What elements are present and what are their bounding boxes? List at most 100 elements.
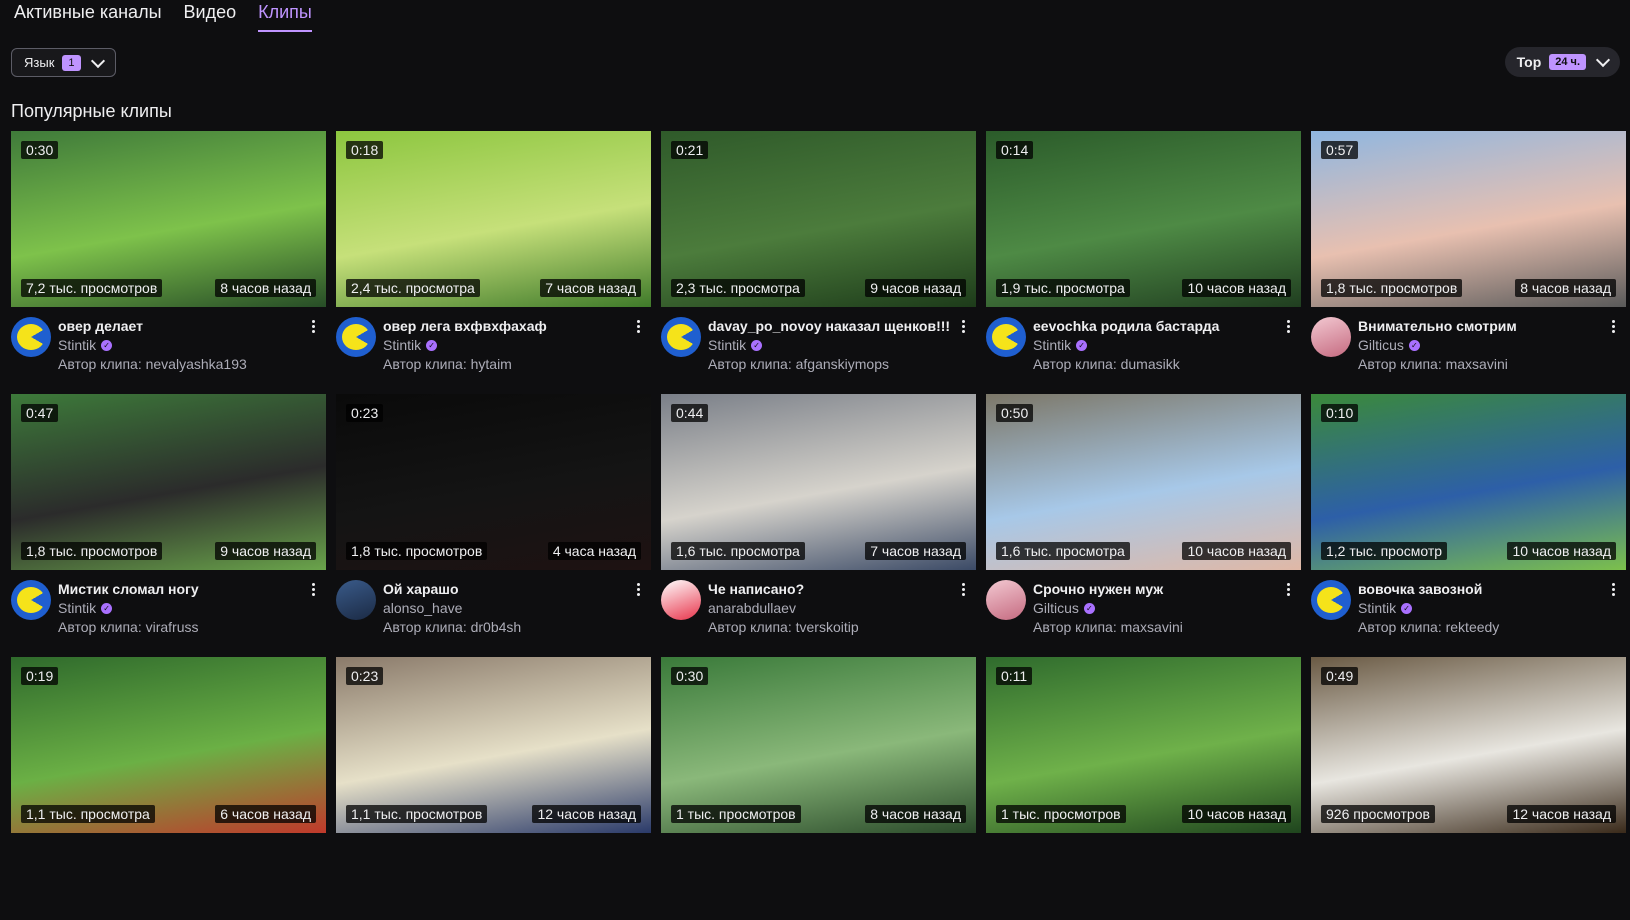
clip-thumbnail[interactable]: 0:19 1,1 тыс. просмотра 6 часов назад xyxy=(11,657,326,833)
channel-avatar[interactable] xyxy=(661,317,701,357)
clip-title[interactable]: davay_po_novoy наказал щенков!!! xyxy=(708,317,958,336)
tab-0[interactable]: Активные каналы xyxy=(14,0,162,32)
clip-view-count: 1,9 тыс. просмотра xyxy=(996,279,1130,297)
clip-thumbnail[interactable]: 0:44 1,6 тыс. просмотра 7 часов назад xyxy=(661,394,976,570)
clip-view-count: 1,8 тыс. просмотров xyxy=(1321,279,1463,297)
clip-card: 0:49 926 просмотров 12 часов назад xyxy=(1311,657,1626,920)
channel-name-link[interactable]: Stintik ✓ xyxy=(1033,336,1283,355)
clip-info: Срочно нужен муж Gilticus ✓ Автор клипа: ma… xyxy=(1033,580,1283,637)
clip-thumbnail[interactable]: 0:18 2,4 тыс. просмотра 7 часов назад xyxy=(336,131,651,307)
clip-view-count: 1,1 тыс. просмотров xyxy=(346,805,488,823)
clip-duration: 0:47 xyxy=(21,404,59,422)
section-title: Популярные клипы xyxy=(11,101,172,121)
clip-author[interactable]: Автор клипа: nevalyashka193 xyxy=(58,355,308,374)
clip-thumbnail[interactable]: 0:21 2,3 тыс. просмотра 9 часов назад xyxy=(661,131,976,307)
clip-view-count: 1,1 тыс. просмотра xyxy=(21,805,155,823)
clip-author-name: maxsavini xyxy=(1120,619,1183,635)
clip-info: вовочка завозной Stintik ✓ Автор клипа: rek… xyxy=(1358,580,1608,637)
clip-title[interactable]: Срочно нужен муж xyxy=(1033,580,1283,599)
channel-name-link[interactable]: Stintik ✓ xyxy=(708,336,958,355)
more-options-icon[interactable] xyxy=(306,317,320,335)
more-options-icon[interactable] xyxy=(956,580,970,598)
clip-title[interactable]: овер делает xyxy=(58,317,308,336)
channel-avatar[interactable] xyxy=(11,317,51,357)
channel-avatar[interactable] xyxy=(986,580,1026,620)
clip-age: 9 часов назад xyxy=(215,542,316,560)
channel-avatar[interactable] xyxy=(336,580,376,620)
clip-card: 0:11 1 тыс. просмотров 10 часов назад xyxy=(986,657,1301,920)
more-options-icon[interactable] xyxy=(1606,317,1620,335)
more-options-icon[interactable] xyxy=(956,317,970,335)
channel-name-link[interactable]: Gilticus ✓ xyxy=(1358,336,1608,355)
clip-thumbnail[interactable]: 0:47 1,8 тыс. просмотров 9 часов назад xyxy=(11,394,326,570)
more-options-icon[interactable] xyxy=(631,317,645,335)
clip-view-count: 1,6 тыс. просмотра xyxy=(996,542,1130,560)
clip-thumbnail[interactable]: 0:10 1,2 тыс. просмотр 10 часов назад xyxy=(1311,394,1626,570)
clip-thumbnail[interactable]: 0:49 926 просмотров 12 часов назад xyxy=(1311,657,1626,833)
clip-thumbnail[interactable]: 0:57 1,8 тыс. просмотров 8 часов назад xyxy=(1311,131,1626,307)
tab-1[interactable]: Видео xyxy=(184,0,237,32)
clip-author[interactable]: Автор клипа: afganskiymops xyxy=(708,355,958,374)
clip-view-count: 1,6 тыс. просмотра xyxy=(671,542,805,560)
channel-avatar[interactable] xyxy=(661,580,701,620)
clip-author[interactable]: Автор клипа: dr0b4sh xyxy=(383,618,633,637)
channel-avatar[interactable] xyxy=(986,317,1026,357)
channel-avatar[interactable] xyxy=(336,317,376,357)
language-filter-button[interactable]: Язык 1 xyxy=(11,48,116,77)
channel-name-link[interactable]: Stintik ✓ xyxy=(58,336,308,355)
clip-thumbnail[interactable]: 0:30 1 тыс. просмотров 8 часов назад xyxy=(661,657,976,833)
verified-icon: ✓ xyxy=(101,340,113,351)
clip-duration: 0:10 xyxy=(1321,404,1359,422)
clip-title[interactable]: вовочка завозной xyxy=(1358,580,1608,599)
channel-name: Gilticus xyxy=(1033,600,1079,616)
clip-duration: 0:18 xyxy=(346,141,384,159)
clip-title[interactable]: Внимательно смотрим xyxy=(1358,317,1608,336)
clip-thumbnail[interactable]: 0:23 1,8 тыс. просмотров 4 часа назад xyxy=(336,394,651,570)
clip-card: 0:50 1,6 тыс. просмотра 10 часов назад Сроч… xyxy=(986,394,1301,657)
channel-name-link[interactable]: anarabdullaev xyxy=(708,599,958,618)
channel-name: anarabdullaev xyxy=(708,600,796,616)
sort-dropdown-button[interactable]: Top 24 ч. xyxy=(1504,47,1620,77)
clip-info: Мистик сломал ногу Stintik ✓ Автор клипа: v… xyxy=(58,580,308,637)
channel-name-link[interactable]: Stintik ✓ xyxy=(58,599,308,618)
channel-name-link[interactable]: Gilticus ✓ xyxy=(1033,599,1283,618)
clip-age: 10 часов назад xyxy=(1182,805,1291,823)
channel-avatar[interactable] xyxy=(11,580,51,620)
clip-title[interactable]: овер лега вхфвхфахаф xyxy=(383,317,633,336)
clip-view-count: 1,8 тыс. просмотров xyxy=(346,542,488,560)
verified-icon: ✓ xyxy=(101,603,113,614)
clip-author[interactable]: Автор клипа: dumasikk xyxy=(1033,355,1283,374)
clip-author-prefix: Автор клипа: xyxy=(708,619,792,635)
clip-author[interactable]: Автор клипа: virafruss xyxy=(58,618,308,637)
clip-title[interactable]: eevochka родила бастарда xyxy=(1033,317,1283,336)
tab-2[interactable]: Клипы xyxy=(258,0,312,32)
more-options-icon[interactable] xyxy=(306,580,320,598)
clip-age: 9 часов назад xyxy=(865,279,966,297)
clip-author[interactable]: Автор клипа: tverskoitip xyxy=(708,618,958,637)
clip-author[interactable]: Автор клипа: maxsavini xyxy=(1358,355,1608,374)
clip-thumbnail[interactable]: 0:50 1,6 тыс. просмотра 10 часов назад xyxy=(986,394,1301,570)
more-options-icon[interactable] xyxy=(1606,580,1620,598)
clip-author[interactable]: Автор клипа: rekteedy xyxy=(1358,618,1608,637)
clip-view-count: 1 тыс. просмотров xyxy=(996,805,1126,823)
clip-author[interactable]: Автор клипа: maxsavini xyxy=(1033,618,1283,637)
clip-author-prefix: Автор клипа: xyxy=(1358,356,1442,372)
more-options-icon[interactable] xyxy=(631,580,645,598)
clip-author[interactable]: Автор клипа: hytaim xyxy=(383,355,633,374)
clip-thumbnail[interactable]: 0:14 1,9 тыс. просмотра 10 часов назад xyxy=(986,131,1301,307)
channel-name-link[interactable]: Stintik ✓ xyxy=(383,336,633,355)
clip-title[interactable]: Че написано? xyxy=(708,580,958,599)
clip-thumbnail[interactable]: 0:23 1,1 тыс. просмотров 12 часов назад xyxy=(336,657,651,833)
clip-title[interactable]: Ой харашо xyxy=(383,580,633,599)
clip-thumbnail[interactable]: 0:11 1 тыс. просмотров 10 часов назад xyxy=(986,657,1301,833)
clip-thumbnail[interactable]: 0:30 7,2 тыс. просмотров 8 часов назад xyxy=(11,131,326,307)
clip-card: 0:23 1,1 тыс. просмотров 12 часов назад xyxy=(336,657,651,920)
channel-avatar[interactable] xyxy=(1311,580,1351,620)
clip-title[interactable]: Мистик сломал ногу xyxy=(58,580,308,599)
clip-view-count: 926 просмотров xyxy=(1321,805,1435,823)
more-options-icon[interactable] xyxy=(1281,580,1295,598)
channel-name-link[interactable]: Stintik ✓ xyxy=(1358,599,1608,618)
channel-name-link[interactable]: alonso_have xyxy=(383,599,633,618)
more-options-icon[interactable] xyxy=(1281,317,1295,335)
channel-avatar[interactable] xyxy=(1311,317,1351,357)
